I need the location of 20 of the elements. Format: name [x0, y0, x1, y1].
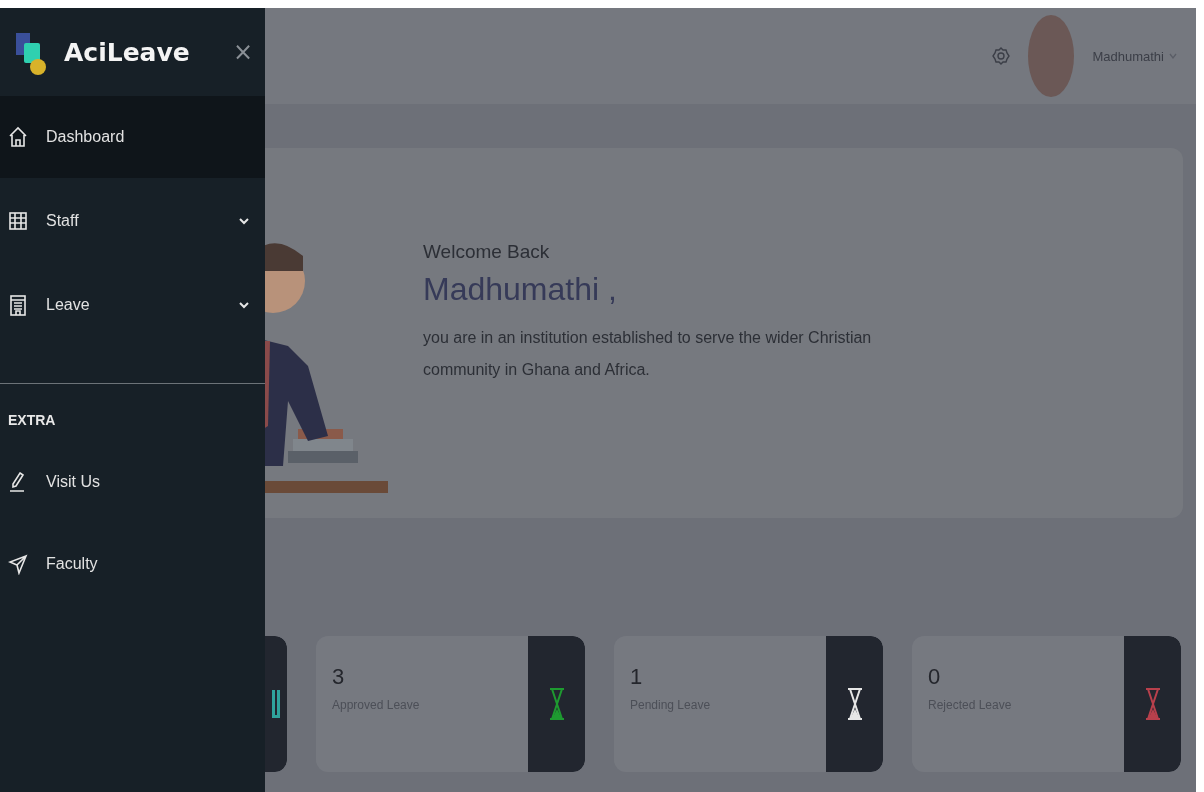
settings-icon[interactable]	[992, 47, 1011, 65]
section-title: EXTRA	[7, 412, 57, 428]
building-icon	[8, 294, 28, 316]
nav-item[interactable]: Staff	[0, 180, 265, 262]
nav-item[interactable]: Faculty	[0, 524, 265, 604]
caret-icon	[1168, 51, 1178, 61]
stat-value: 1	[630, 664, 644, 690]
nav-item[interactable]: Leave	[0, 264, 265, 346]
home-icon	[8, 126, 28, 148]
brand-name: AciLeave	[64, 37, 191, 67]
paper-plane-icon	[8, 553, 28, 575]
nav-item[interactable]: Dashboard	[0, 96, 265, 178]
nav-item[interactable]: Visit Us	[0, 442, 265, 522]
grid-icon	[8, 210, 28, 232]
stat-value: 3	[332, 664, 346, 690]
welcome-message: you are in an institution established to serve the wider Christian community in Ghana and Africa.	[423, 327, 873, 380]
close-button[interactable]: ×	[232, 38, 253, 66]
stat-value: 0	[928, 664, 942, 690]
greeting: Welcome Back	[423, 240, 551, 263]
user-name: Madhumathi ,	[423, 270, 618, 308]
